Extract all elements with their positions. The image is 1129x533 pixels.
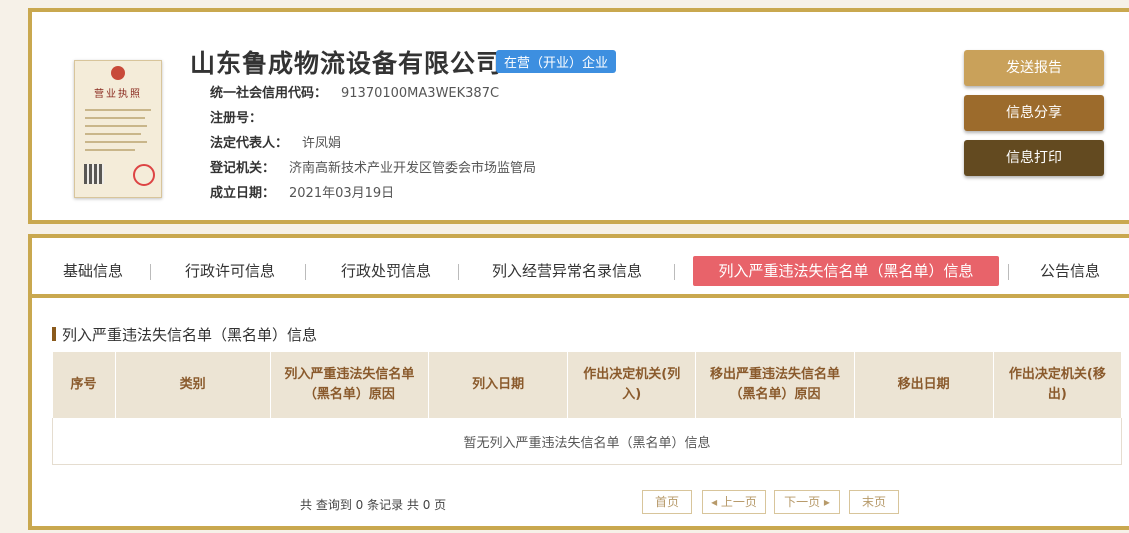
col-listing-reason: 列入严重违法失信名单（黑名单）原因 [270,352,430,418]
col-category: 类别 [115,352,271,418]
tab-admin-penalty[interactable]: 行政处罚信息 [328,256,444,286]
company-header-card: 营业执照 山东鲁成物流设备有限公司 在营（开业）企业 统一社会信用代码： 9137… [28,8,1129,224]
qr-code-icon [84,164,104,184]
registration-number-row: 注册号： [210,107,276,126]
section-marker-icon [52,327,56,341]
tab-blacklist[interactable]: 列入严重违法失信名单（黑名单）信息 [693,256,999,286]
col-removal-reason: 移出严重违法失信名单（黑名单）原因 [695,352,855,418]
tab-announcements[interactable]: 公告信息 [1028,256,1112,286]
detail-card: 基础信息 行政许可信息 行政处罚信息 列入经营异常名录信息 列入严重违法失信名单… [28,234,1129,530]
legal-representative-label: 法定代表人： [210,136,289,151]
company-name: 山东鲁成物流设备有限公司 [190,49,503,78]
prev-page-button[interactable]: ◂ 上一页 [702,490,766,514]
establishment-date-row: 成立日期： 2021年03月19日 [210,182,394,201]
next-page-button[interactable]: 下一页 ▸ [774,490,840,514]
establishment-date-value: 2021年03月19日 [289,186,395,201]
col-removal-authority: 作出决定机关(移出) [993,352,1123,418]
business-license-image[interactable]: 营业执照 [74,60,162,198]
registration-authority-row: 登记机关： 济南高新技术产业开发区管委会市场监管局 [210,157,536,176]
status-badge: 在营（开业）企业 [496,50,617,73]
section-title: 列入严重违法失信名单（黑名单）信息 [52,324,317,345]
tab-admin-license[interactable]: 行政许可信息 [172,256,288,286]
registration-number-label: 注册号： [210,111,263,126]
col-listing-date: 列入日期 [428,352,569,418]
col-index: 序号 [52,352,116,418]
legal-representative-value: 许凤娟 [302,136,342,151]
national-emblem-icon [111,66,125,80]
first-page-button[interactable]: 首页 [642,490,692,514]
col-listing-authority: 作出决定机关(列入) [567,352,697,418]
registration-authority-value: 济南高新技术产业开发区管委会市场监管局 [289,161,537,176]
table-row: 暂无列入严重违法失信名单（黑名单）信息 [52,418,1122,465]
tab-basic-info[interactable]: 基础信息 [52,256,134,286]
license-title: 营业执照 [94,89,142,100]
credit-code-row: 统一社会信用代码： 91370100MA3WEK387C [210,82,499,101]
pager-summary: 共 查询到 0 条记录 共 0 页 [300,498,447,512]
table-header-row: 序号 类别 列入严重违法失信名单（黑名单）原因 列入日期 作出决定机关(列入) … [52,352,1123,418]
share-info-button[interactable]: 信息分享 [964,95,1104,131]
col-removal-date: 移出日期 [854,352,994,418]
legal-representative-row: 法定代表人： 许凤娟 [210,132,341,151]
credit-code-value: 91370100MA3WEK387C [341,86,500,101]
last-page-button[interactable]: 末页 [849,490,899,514]
tab-bar: 基础信息 行政许可信息 行政处罚信息 列入经营异常名录信息 列入严重违法失信名单… [32,256,1129,290]
empty-message: 暂无列入严重违法失信名单（黑名单）信息 [52,418,1122,465]
tab-abnormal-list[interactable]: 列入经营异常名录信息 [478,256,656,286]
credit-code-label: 统一社会信用代码： [210,86,328,101]
print-info-button[interactable]: 信息打印 [964,140,1104,176]
tab-divider [32,294,1129,298]
blacklist-table: 序号 类别 列入严重违法失信名单（黑名单）原因 列入日期 作出决定机关(列入) … [52,352,1123,465]
establishment-date-label: 成立日期： [210,186,276,201]
send-report-button[interactable]: 发送报告 [964,50,1104,86]
seal-icon [133,164,155,186]
registration-authority-label: 登记机关： [210,161,276,176]
